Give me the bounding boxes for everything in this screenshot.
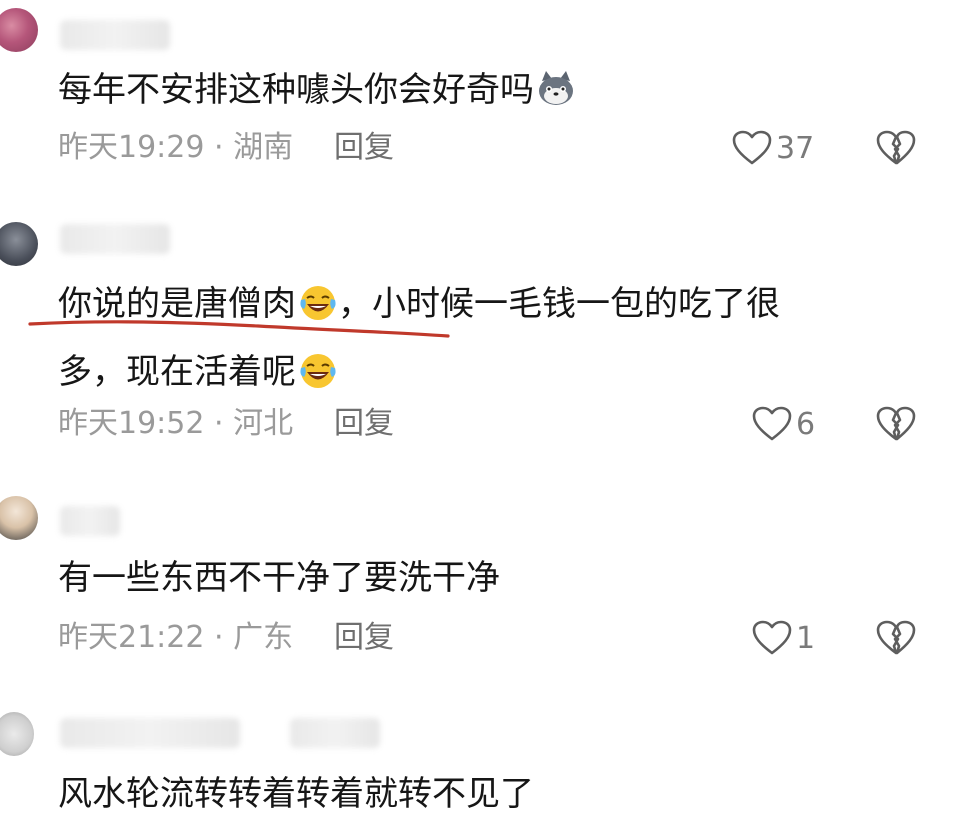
comment-meta: 昨天19:29 · 湖南 xyxy=(58,128,293,168)
like-button[interactable]: 6 xyxy=(752,404,815,444)
comment-text-line-2: 多，现在活着呢 xyxy=(58,350,338,394)
location: 河北 xyxy=(233,406,294,441)
heart-icon xyxy=(732,130,772,165)
username-blurred-2 xyxy=(290,718,380,748)
like-button[interactable]: 37 xyxy=(732,128,814,168)
reply-button[interactable]: 回复 xyxy=(334,128,394,168)
heart-icon xyxy=(752,620,792,655)
location: 湖南 xyxy=(233,130,294,165)
like-count: 1 xyxy=(796,620,816,656)
timestamp: 昨天21:22 xyxy=(58,620,205,655)
like-button[interactable]: 1 xyxy=(752,618,815,658)
reply-button[interactable]: 回复 xyxy=(334,404,394,444)
meta-separator: · xyxy=(214,620,224,655)
comment-text: 风水轮流转转着转着就转不见了 xyxy=(58,774,534,814)
like-count: 37 xyxy=(776,130,815,166)
broken-heart-icon[interactable] xyxy=(876,618,916,658)
comment-text: 每年不安排这种噱头你会好奇吗 xyxy=(58,68,576,112)
avatar[interactable] xyxy=(0,712,34,756)
comment-text-line-1: 你说的是唐僧肉 ，小时候一毛钱一包的吃了很 xyxy=(58,284,780,324)
broken-heart-icon[interactable] xyxy=(876,128,916,168)
comment-meta: 昨天21:22 · 广东 xyxy=(58,618,293,658)
comment-text: 有一些东西不干净了要洗干净 xyxy=(58,558,500,598)
meta-separator: · xyxy=(214,130,224,165)
avatar[interactable] xyxy=(0,496,38,540)
comment-meta: 昨天19:52 · 河北 xyxy=(58,404,293,444)
location: 广东 xyxy=(233,620,294,655)
username-blurred xyxy=(60,718,240,748)
like-count: 6 xyxy=(796,406,816,442)
avatar[interactable] xyxy=(0,8,38,52)
wolf-emoji-icon xyxy=(539,71,573,105)
avatar[interactable] xyxy=(0,222,38,266)
meta-separator: · xyxy=(214,406,224,441)
heart-icon xyxy=(752,406,792,441)
highlighted-text: 你说的是唐僧肉 xyxy=(58,284,296,324)
timestamp: 昨天19:52 xyxy=(58,406,205,441)
laughing-tears-emoji-icon xyxy=(300,354,336,388)
reply-button[interactable]: 回复 xyxy=(334,618,394,658)
username-blurred xyxy=(60,224,170,254)
broken-heart-icon[interactable] xyxy=(876,404,916,444)
timestamp: 昨天19:29 xyxy=(58,130,205,165)
username-blurred xyxy=(60,20,170,50)
laughing-tears-emoji-icon xyxy=(300,286,336,320)
username-blurred xyxy=(60,506,120,536)
